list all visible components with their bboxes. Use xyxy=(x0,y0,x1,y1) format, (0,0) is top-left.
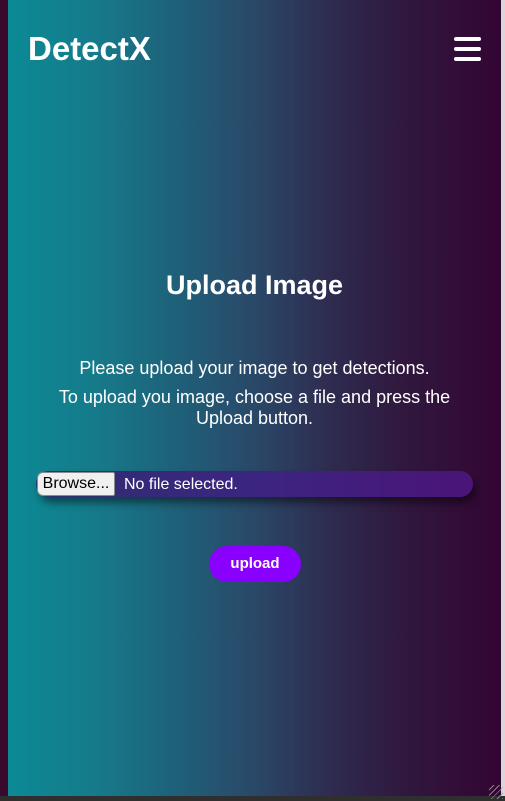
hamburger-icon[interactable] xyxy=(454,37,482,63)
upload-button[interactable]: upload xyxy=(209,546,301,582)
description-line-1: Please upload your image to get detectio… xyxy=(79,358,430,378)
page-viewport: DetectX Upload Image Please upload your … xyxy=(8,0,501,796)
upload-description: Please upload your image to get detectio… xyxy=(28,358,481,429)
menu-bar-line xyxy=(454,37,481,41)
description-line-2: To upload you image, choose a file and p… xyxy=(58,387,451,428)
right-edge xyxy=(501,0,505,796)
file-status-text: No file selected. xyxy=(124,476,238,493)
file-input[interactable]: Browse... No file selected. xyxy=(36,471,473,497)
left-edge xyxy=(0,0,8,796)
menu-bar-line xyxy=(454,47,481,51)
bottom-bar xyxy=(0,796,505,801)
browse-button[interactable]: Browse... xyxy=(37,472,115,496)
resize-grip-icon[interactable] xyxy=(489,785,503,799)
browser-frame: DetectX Upload Image Please upload your … xyxy=(0,0,505,801)
page-title: Upload Image xyxy=(165,270,344,300)
brand-logo[interactable]: DetectX xyxy=(28,30,151,68)
menu-bar-line xyxy=(454,57,481,61)
